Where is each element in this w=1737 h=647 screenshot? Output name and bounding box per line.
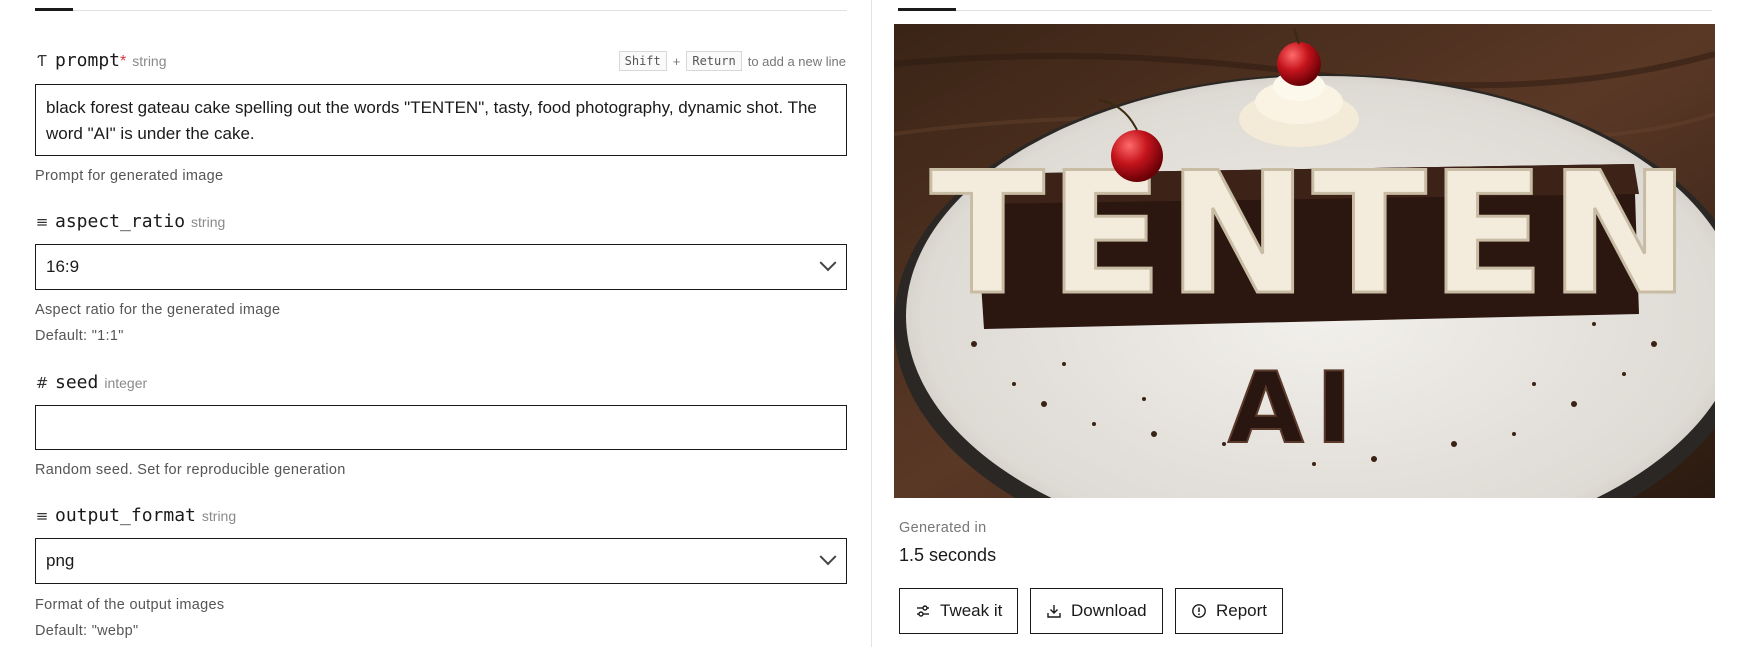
cherry-top [1277,42,1321,86]
cherry-on-e [1111,130,1163,182]
tweak-it-label: Tweak it [940,601,1003,620]
output-format-selected-value: png [46,551,75,570]
aspect-ratio-field-name: aspect_ratio [55,211,186,232]
list-icon: ≡ [35,213,49,231]
output-format-select[interactable]: png [35,538,847,584]
chevron-down-icon [819,548,837,566]
prompt-field-type: string [132,53,167,69]
output-format-field-header: ≡ output_format string [35,505,236,526]
output-panel: TENTEN AI Generated in 1.5 seconds Tweak… [873,0,1737,647]
download-label: Download [1071,601,1147,620]
generated-in-label: Generated in [899,520,987,536]
aspect-ratio-help-text: Aspect ratio for the generated image [35,302,281,318]
generation-time: 1.5 seconds [899,545,997,565]
hint-text: to add a new line [747,53,846,69]
sliders-icon [917,605,929,617]
seed-field-header: # seed integer [35,372,147,393]
input-tab-active-indicator[interactable] [35,8,73,11]
download-icon [1047,605,1061,618]
output-format-field-type: string [201,508,237,524]
return-key: Return [686,51,742,71]
output-format-default: Default: "webp" [35,623,139,639]
report-label: Report [1216,601,1268,620]
input-panel: Ƭ prompt * string Shift + Return to add … [0,0,872,647]
generated-image[interactable]: TENTEN AI [894,24,1715,498]
prompt-help-text: Prompt for generated image [35,168,224,184]
hash-icon: # [35,374,49,392]
chocolate-letters-ai: AI [1228,352,1364,466]
alert-circle-icon [1192,604,1206,618]
download-button[interactable]: Download [1030,588,1163,634]
output-format-field-name: output_format [55,505,196,526]
report-button[interactable]: Report [1175,588,1284,634]
tweak-it-button[interactable]: Tweak it [899,588,1019,634]
aspect-ratio-select[interactable]: 16:9 [35,244,847,290]
aspect-ratio-field-type: string [191,214,226,230]
hint-plus: + [672,53,681,69]
list-icon: ≡ [35,507,49,525]
aspect-ratio-default: Default: "1:1" [35,328,124,344]
aspect-ratio-selected-value: 16:9 [46,257,80,276]
prompt-textarea[interactable]: black forest gateau cake spelling out th… [35,84,847,156]
chevron-down-icon [819,254,837,272]
seed-help-text: Random seed. Set for reproducible genera… [35,462,346,478]
cake-illustration: TENTEN AI [894,24,1715,498]
newline-hint: Shift + Return to add a new line [618,51,846,71]
prompt-field-name: prompt [55,50,121,71]
text-type-icon: Ƭ [37,52,47,70]
cake-letters-tenten: TENTEN [930,136,1694,332]
input-tabs-divider [35,10,847,11]
seed-field-name: seed [55,372,99,393]
output-format-help-text: Format of the output images [35,597,225,613]
seed-field-type: integer [104,375,148,391]
seed-input[interactable] [35,405,847,450]
aspect-ratio-field-header: ≡ aspect_ratio string [35,211,226,232]
required-mark: * [120,53,127,70]
prompt-field-header: Ƭ prompt * string [35,50,167,71]
shift-key: Shift [618,51,667,71]
output-tabs-divider [898,10,1712,11]
output-tab-active-indicator[interactable] [898,8,956,11]
